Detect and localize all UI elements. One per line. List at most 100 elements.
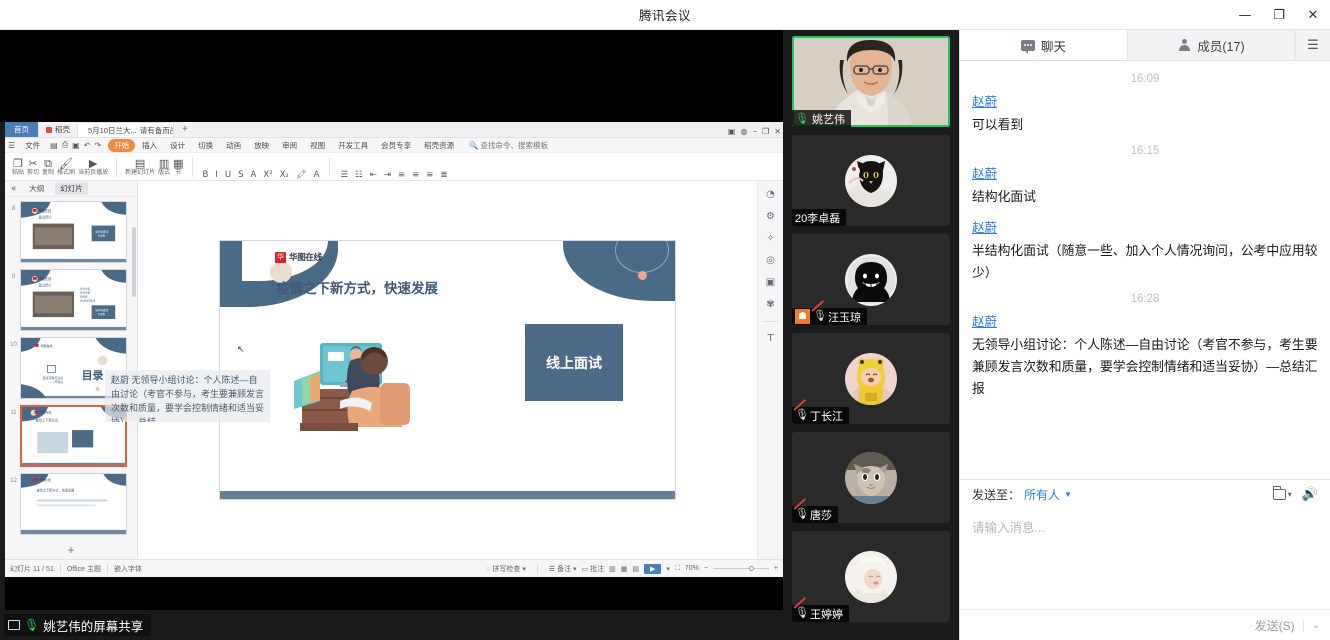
play-dropdown-icon[interactable]: ▾ — [666, 565, 670, 573]
zoom-level-label[interactable]: 70% — [685, 565, 699, 572]
font-color-button[interactable]: A — [249, 170, 259, 180]
print-icon[interactable]: ⎙ — [62, 140, 68, 150]
shared-screen-region[interactable]: 首页 稻壳 5月10日兰大... 请有备而战! ▭ ✕ — [0, 30, 783, 640]
bullet-list-icon[interactable]: ☰ — [338, 170, 350, 180]
redo-icon[interactable]: ↷ — [94, 141, 101, 150]
underline-button[interactable]: U — [223, 170, 233, 180]
ribbon-tab-insert[interactable]: 插入 — [136, 139, 163, 152]
frame-icon[interactable]: ▣ — [766, 277, 775, 288]
ribbon-tab-animation[interactable]: 动画 — [220, 139, 247, 152]
adjust-icon[interactable]: ⚙ — [766, 211, 775, 222]
wps-tab-store[interactable]: 稻壳 — [39, 122, 78, 137]
ribbon-tab-member[interactable]: 会员专享 — [375, 139, 417, 152]
ribbon-tab-resources[interactable]: 稻壳资源 — [418, 139, 460, 152]
message-sender[interactable]: 赵蔚 — [972, 217, 1318, 236]
section-button[interactable]: ▦ 节 — [173, 154, 183, 180]
subscript-button[interactable]: X₂ — [278, 170, 291, 180]
cut-button[interactable]: ✂ 剪切 — [27, 154, 39, 180]
send-options-icon[interactable]: ⌄ — [1302, 619, 1320, 631]
italic-button[interactable]: I — [213, 170, 220, 180]
layout-button[interactable]: ▥ 版式 — [158, 154, 170, 180]
fit-slide-icon[interactable]: ⛶ — [675, 565, 680, 573]
new-slide-button[interactable]: ▤ 新建幻灯片 — [125, 154, 155, 180]
ribbon-tab-view[interactable]: 视图 — [304, 139, 331, 152]
wps-presentation-window[interactable]: 首页 稻壳 5月10日兰大... 请有备而战! ▭ ✕ — [5, 122, 783, 577]
maximize-button[interactable]: ❐ — [1262, 0, 1296, 30]
justify-icon[interactable]: ≣ — [438, 170, 449, 180]
ribbon-tab-start[interactable]: 开始 — [108, 138, 136, 152]
video-tile[interactable]: ☗ 🎙 汪玉琼 — [792, 234, 950, 325]
palette-icon[interactable]: ◔ — [766, 189, 775, 200]
export-icon[interactable]: ▣ — [72, 141, 80, 150]
align-right-icon[interactable]: ≡ — [424, 170, 435, 180]
wps-tab-document[interactable]: 5月10日兰大... 请有备而战! ▭ ✕ — [78, 122, 174, 137]
shapes-icon[interactable]: ✧ — [766, 233, 774, 244]
chat-menu-button[interactable]: ☰ — [1296, 30, 1330, 60]
text-icon[interactable]: T — [767, 333, 773, 344]
menu-icon[interactable]: ☰ — [8, 141, 15, 150]
user-avatar-icon[interactable]: ◍ — [740, 127, 747, 136]
zoom-slider-knob[interactable] — [748, 566, 754, 571]
new-tab-button[interactable]: + — [174, 122, 196, 137]
wps-minimize-icon[interactable]: − — [752, 127, 757, 136]
numbered-list-icon[interactable]: ☷ — [353, 170, 365, 180]
zoom-slider[interactable] — [712, 566, 769, 571]
indent-increase-icon[interactable]: ⇥ — [382, 170, 393, 180]
ribbon-tab-transition[interactable]: 切换 — [192, 139, 219, 152]
comment-button[interactable]: ▭ 批注 — [582, 564, 605, 574]
collapse-panel-icon[interactable]: « — [9, 184, 18, 194]
video-tile[interactable]: 🎙 王婷婷 — [792, 531, 950, 622]
speaker-icon[interactable]: 🔊 — [1302, 487, 1318, 502]
zoom-out-button[interactable]: − — [704, 565, 708, 572]
copy-button[interactable]: ⧉ 复制 — [42, 154, 54, 180]
wps-maximize-icon[interactable]: ❐ — [762, 127, 769, 136]
close-button[interactable]: ✕ — [1296, 0, 1330, 30]
send-button[interactable]: 发送(S) — [1255, 617, 1295, 634]
undo-icon[interactable]: ↶ — [84, 141, 91, 150]
thumbnail-item[interactable]: 8 华图在线 面试简介 结构化面试 与流程 — [7, 201, 135, 263]
wps-close-icon[interactable]: ✕ — [774, 127, 781, 136]
notes-button[interactable]: ☰ 备注 ▾ — [549, 564, 577, 574]
thumbnail-preview[interactable]: 华图在线 疫情之下新方式，快速发展 — [20, 473, 127, 535]
ribbon-tab-devtools[interactable]: 开发工具 — [332, 139, 374, 152]
play-current-button[interactable]: ▶ 当前页播放 — [78, 154, 108, 180]
highlight-icon[interactable]: 🖍 — [294, 170, 309, 180]
bold-button[interactable]: B — [201, 170, 211, 180]
indent-decrease-icon[interactable]: ⇤ — [368, 170, 379, 180]
tab-members[interactable]: 成员(17) — [1128, 30, 1296, 60]
align-left-icon[interactable]: ≡ — [396, 170, 407, 180]
globe-icon[interactable]: ✾ — [766, 299, 774, 310]
text-effect-icon[interactable]: A — [312, 170, 322, 180]
current-slide[interactable]: 华 华图在线 疫情之下新方式，快速发展 线上面试 ↖ — [220, 241, 675, 499]
align-center-icon[interactable]: ≡ — [410, 170, 421, 180]
participant-video-strip[interactable]: 🎙 姚艺伟 20李卓磊 ☗ 🎙 汪玉琼 🎙 丁长江 🎙 唐莎 🎙 王婷婷 — [783, 30, 959, 640]
embed-font-label[interactable]: 嵌入字体 — [114, 564, 142, 574]
paste-button[interactable]: ❐ 粘贴 — [12, 154, 24, 180]
format-painter-button[interactable]: 🖌 格式刷 — [57, 154, 75, 180]
wps-tab-home[interactable]: 首页 — [5, 122, 39, 137]
thumbnail-preview[interactable]: 华图在线 面试简介 考官介绍 考场布置 答题纸 考试时间安排 结构化面试 与流程 — [20, 269, 127, 331]
ribbon-tab-review[interactable]: 审阅 — [276, 139, 303, 152]
video-tile-active[interactable]: 🎙 姚艺伟 — [792, 36, 950, 127]
send-to-value[interactable]: 所有人 — [1024, 486, 1060, 503]
ribbon-search[interactable]: 🔍 查找命令、搜索模板 — [469, 140, 548, 151]
message-sender[interactable]: 赵蔚 — [972, 311, 1318, 330]
thumbnail-preview[interactable]: 华图在线 面试简介 结构化面试 与流程 — [20, 201, 127, 263]
chat-input-area[interactable]: 请输入消息... — [960, 509, 1330, 609]
save-icon[interactable]: ▤ — [50, 141, 58, 150]
theme-label[interactable]: Office 主题 — [67, 564, 101, 574]
thumbnail-item[interactable]: 9 华图在线 面试简介 考官介绍 考场布置 答题纸 考试时间安排 结构化面试 与… — [7, 269, 135, 331]
add-slide-button[interactable]: + — [7, 541, 135, 559]
message-sender[interactable]: 赵蔚 — [972, 163, 1318, 182]
chat-message-list[interactable]: 16:09 赵蔚 可以看到 16:15 赵蔚 结构化面试 赵蔚 半结构化面试（随… — [960, 61, 1330, 479]
tab-chat[interactable]: 聊天 — [960, 30, 1128, 60]
outline-tab[interactable]: 大纲 — [24, 182, 49, 195]
ribbon-tab-design[interactable]: 设计 — [164, 139, 191, 152]
video-tile[interactable]: 🎙 唐莎 — [792, 432, 950, 523]
ribbon-tab-slideshow[interactable]: 放映 — [248, 139, 275, 152]
sorter-view-icon[interactable]: ▦ — [621, 565, 628, 573]
normal-view-icon[interactable]: ▥ — [609, 565, 616, 573]
file-menu-button[interactable]: 文件 — [19, 139, 46, 152]
help-icon[interactable]: ◎ — [766, 255, 775, 266]
zoom-in-button[interactable]: + — [774, 565, 778, 572]
